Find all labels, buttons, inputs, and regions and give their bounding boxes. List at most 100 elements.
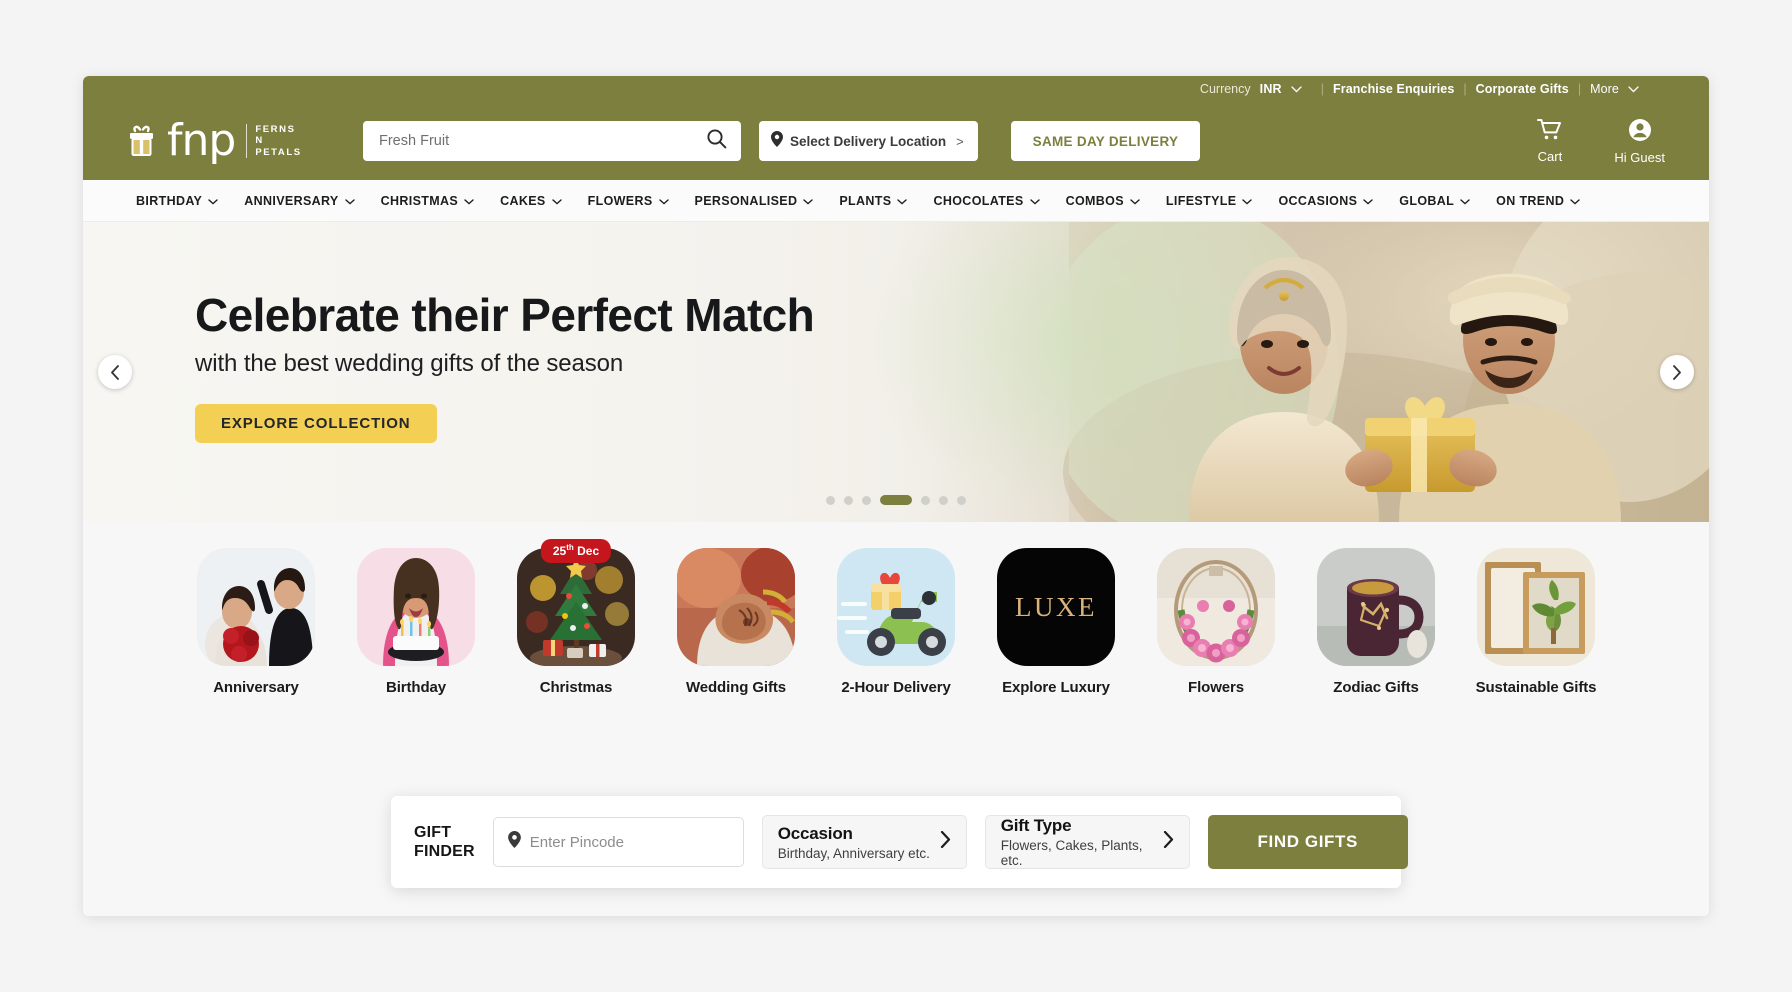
nav-item-occasions[interactable]: OCCASIONS [1265, 194, 1386, 208]
same-day-delivery-label: SAME DAY DELIVERY [1032, 133, 1179, 149]
nav-item-plants[interactable]: PLANTS [826, 194, 920, 208]
carousel-prev-button[interactable] [98, 355, 132, 389]
category-anniversary[interactable]: Anniversary [176, 548, 336, 696]
nav-item-cakes[interactable]: CAKES [487, 194, 575, 208]
chevron-down-icon [897, 194, 908, 208]
category-tile-image [517, 548, 635, 666]
cart-label: Cart [1537, 149, 1563, 164]
chevron-down-icon [551, 194, 562, 208]
nav-item-label: COMBOS [1065, 193, 1124, 208]
location-pin-icon [771, 130, 783, 152]
nav-item-anniversary[interactable]: ANNIVERSARY [231, 194, 367, 208]
page-background: Currency INR | Franchise Enquiries | Cor… [0, 0, 1792, 992]
nav-item-chocolates[interactable]: CHOCOLATES [920, 194, 1052, 208]
logo-tagline: FERNS N PETALS [246, 123, 302, 159]
category-label: Zodiac Gifts [1333, 679, 1419, 696]
carousel-next-button[interactable] [1660, 355, 1694, 389]
hero-banner: Celebrate their Perfect Match with the b… [83, 222, 1709, 522]
search-input[interactable] [379, 133, 706, 149]
nav-item-birthday[interactable]: BIRTHDAY [123, 194, 231, 208]
logo-tagline-line1: FERNS [255, 123, 296, 135]
pincode-input[interactable] [529, 833, 729, 851]
more-menu-link[interactable]: More [1590, 82, 1619, 96]
chevron-right-icon [940, 830, 951, 853]
carousel-dot-active[interactable] [880, 495, 912, 505]
logo-wordmark: fnp [167, 115, 236, 166]
cart-button[interactable]: Cart [1537, 118, 1562, 164]
website-window: Currency INR | Franchise Enquiries | Cor… [83, 76, 1709, 916]
carousel-dot[interactable] [826, 495, 835, 505]
carousel-dot[interactable] [957, 495, 966, 505]
same-day-delivery-button[interactable]: SAME DAY DELIVERY [1010, 121, 1201, 161]
carousel-dot[interactable] [862, 495, 871, 505]
category-flowers[interactable]: Flowers [1136, 548, 1296, 696]
category-tile-image [837, 548, 955, 666]
gift-finder-title: GIFT FINDER [414, 823, 475, 861]
gift-type-sublabel: Flowers, Cakes, Plants, etc. [1000, 838, 1143, 868]
chevron-down-icon [1363, 194, 1373, 208]
logo-tagline-line3: PETALS [255, 146, 302, 158]
delivery-location-selector[interactable]: Select Delivery Location > [759, 121, 978, 161]
chevron-down-icon[interactable] [1628, 82, 1639, 96]
category-2-hour-delivery[interactable]: 2-Hour Delivery [816, 548, 976, 696]
category-tile-image [677, 548, 795, 666]
franchise-enquiries-link[interactable]: Franchise Enquiries [1333, 82, 1454, 96]
category-sustainable-gifts[interactable]: Sustainable Gifts [1456, 548, 1616, 696]
category-tile-image: LUXE [997, 548, 1115, 666]
explore-collection-button[interactable]: EXPLORE COLLECTION [195, 404, 437, 443]
chevron-down-icon [464, 194, 474, 208]
carousel-dot[interactable] [844, 495, 853, 505]
nav-item-label: FLOWERS [587, 193, 653, 208]
chevron-right-icon: > [956, 133, 964, 149]
nav-item-flowers[interactable]: FLOWERS [575, 194, 682, 208]
category-zodiac-gifts[interactable]: Zodiac Gifts [1296, 548, 1456, 696]
pincode-field[interactable] [492, 817, 744, 867]
category-label: Birthday [385, 679, 447, 696]
hero-couple-photo [1069, 222, 1709, 522]
category-label: Anniversary [213, 679, 299, 696]
nav-item-christmas[interactable]: CHRISTMAS [368, 194, 487, 208]
gift-finder-title-line2: FINDER [414, 843, 475, 860]
corporate-gifts-link[interactable]: Corporate Gifts [1476, 82, 1569, 96]
gift-finder-title-line1: GIFT [414, 824, 452, 841]
category-christmas[interactable]: 25th Dec Christmas [496, 539, 656, 696]
account-button[interactable]: Hi Guest [1614, 118, 1665, 165]
location-pin-icon [507, 831, 521, 853]
nav-item-global[interactable]: GLOBAL [1386, 194, 1483, 208]
occasion-dropdown[interactable]: Occasion Birthday, Anniversary etc. [761, 815, 967, 869]
badge-day: 25 [552, 544, 567, 558]
nav-item-label: CAKES [500, 193, 546, 208]
search-icon[interactable] [706, 128, 727, 154]
chevron-down-icon [803, 194, 814, 208]
currency-value[interactable]: INR [1260, 82, 1282, 96]
site-logo[interactable]: fnp FERNS N PETALS [125, 115, 335, 166]
chevron-down-icon[interactable] [1291, 82, 1302, 96]
nav-item-lifestyle[interactable]: LIFESTYLE [1153, 194, 1266, 208]
category-navbar: BIRTHDAY ANNIVERSARY CHRISTMAS CAKES FLOWERS… [83, 180, 1709, 222]
nav-item-on-trend[interactable]: ON TREND [1483, 194, 1593, 208]
hero-title: Celebrate their Perfect Match [195, 289, 815, 341]
search-bar[interactable] [363, 121, 741, 161]
carousel-dot[interactable] [939, 495, 948, 505]
find-gifts-button[interactable]: FIND GIFTS [1207, 815, 1408, 869]
chevron-down-icon [1242, 194, 1253, 208]
hero-content: Celebrate their Perfect Match with the b… [195, 288, 815, 443]
gift-type-dropdown[interactable]: Gift Type Flowers, Cakes, Plants, etc. [984, 815, 1190, 869]
nav-item-personalised[interactable]: PERSONALISED [682, 194, 827, 208]
chevron-right-icon [1163, 830, 1174, 853]
chevron-down-icon [1029, 194, 1040, 208]
category-explore-luxury[interactable]: LUXE Explore Luxury [976, 548, 1136, 696]
category-birthday[interactable]: Birthday [336, 548, 496, 696]
occasion-label: Occasion [777, 823, 853, 843]
nav-item-label: CHOCOLATES [933, 193, 1024, 208]
nav-item-combos[interactable]: COMBOS [1053, 194, 1153, 208]
carousel-dot[interactable] [921, 495, 930, 505]
gift-finder-wrapper: GIFT FINDER Occasion Birthday, Anniversa… [391, 796, 1408, 888]
header-actions: Cart Hi Guest [1537, 118, 1665, 165]
category-label: Explore Luxury [1002, 679, 1110, 696]
logo-tagline-line2: N [255, 135, 264, 147]
carousel-indicators [826, 495, 966, 505]
chevron-down-icon [1570, 194, 1580, 208]
hero-subtitle: with the best wedding gifts of the seaso… [195, 350, 624, 377]
category-wedding-gifts[interactable]: Wedding Gifts [656, 548, 816, 696]
